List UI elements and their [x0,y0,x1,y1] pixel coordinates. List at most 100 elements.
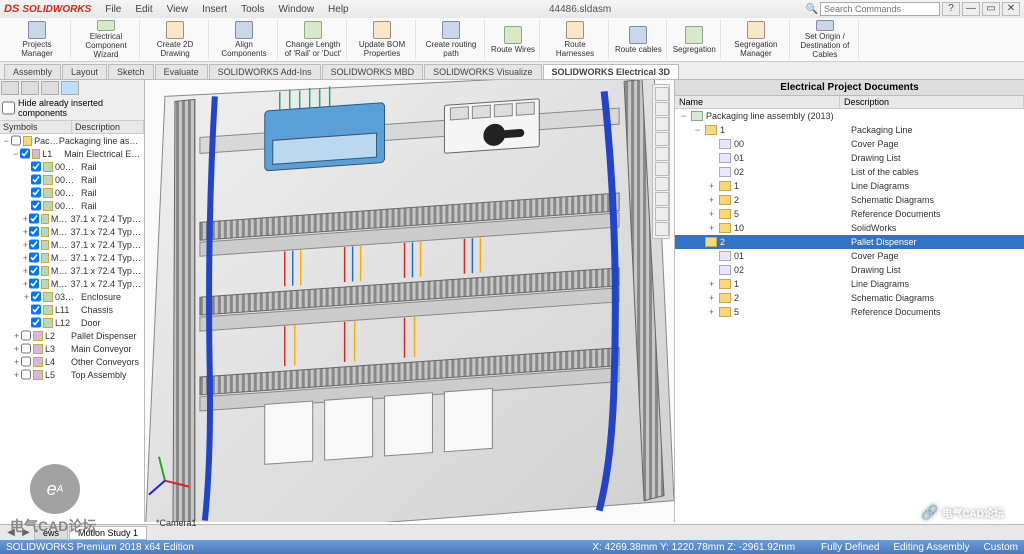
cmdtab-solidworks-visualize[interactable]: SOLIDWORKS Visualize [424,64,541,79]
ribbon-update-bom-properties[interactable]: Update BOM Properties [349,20,416,59]
row-checkbox[interactable] [20,147,30,160]
tree-row[interactable]: +L5Top Assembly [0,368,144,381]
doc-row[interactable]: +2Schematic Diagrams [675,291,1024,305]
appearance-icon[interactable] [655,192,669,206]
view-settings-icon[interactable] [655,222,669,236]
doc-row[interactable]: +5Reference Documents [675,305,1024,319]
col-name[interactable]: Name [675,96,840,108]
cmdtab-solidworks-mbd[interactable]: SOLIDWORKS MBD [322,64,424,79]
menu-file[interactable]: File [99,2,127,17]
search-input[interactable] [820,2,940,16]
doc-row[interactable]: +2Schematic Diagrams [675,193,1024,207]
view-orient-icon[interactable] [655,147,669,161]
tree-row[interactable]: +L3Main Conveyor [0,342,144,355]
expand-icon[interactable]: + [707,223,716,233]
expand-icon[interactable]: + [22,292,31,302]
view-tab[interactable]: ews [34,526,68,540]
display-tab[interactable] [41,81,59,95]
expand-icon[interactable]: − [2,136,11,146]
expand-icon[interactable]: − [12,149,20,159]
menu-insert[interactable]: Insert [196,2,233,17]
expand-icon[interactable]: + [22,227,29,237]
menu-tools[interactable]: Tools [235,2,270,17]
expand-icon[interactable]: + [707,195,716,205]
ribbon-segregation[interactable]: Segregation [669,20,721,59]
doc-row[interactable]: 00Cover Page [675,137,1024,151]
ribbon-segregation-manager[interactable]: Segregation Manager [723,20,790,59]
ribbon-route-harnesses[interactable]: Route Harnesses [542,20,609,59]
tree-row[interactable]: L12Door [0,316,144,329]
menu-help[interactable]: Help [322,2,355,17]
row-checkbox[interactable] [21,368,31,381]
zoom-area-icon[interactable] [655,102,669,116]
expand-icon[interactable]: − [693,125,702,135]
menu-view[interactable]: View [161,2,195,17]
electrical-tab[interactable] [61,81,79,95]
row-checkbox[interactable] [31,303,41,316]
doc-row[interactable]: +5Reference Documents [675,207,1024,221]
expand-icon[interactable]: + [707,181,716,191]
row-checkbox[interactable] [21,355,31,368]
cmdtab-evaluate[interactable]: Evaluate [155,64,208,79]
hide-show-icon[interactable] [655,177,669,191]
tree-row[interactable]: 00…Rail [0,173,144,186]
tree-row[interactable]: +M…37.1 x 72.4 Type MC … [0,225,144,238]
tree-row[interactable]: +L4Other Conveyors [0,355,144,368]
row-checkbox[interactable] [31,160,41,173]
expand-icon[interactable]: + [12,331,21,341]
expand-icon[interactable]: + [22,266,29,276]
ribbon-set-origin-destination-of-cables[interactable]: Set Origin / Destination of Cables [792,20,859,59]
tree-row[interactable]: 00…Rail [0,199,144,212]
expand-icon[interactable]: + [707,307,716,317]
motion-study-tab[interactable]: Motion Study 1 [69,526,147,540]
tree-row[interactable]: +M…37.1 x 72.4 Type MC … [0,212,144,225]
row-checkbox[interactable] [31,290,41,303]
tree-row[interactable]: +M…37.1 x 72.4 Type MC … [0,264,144,277]
restore-button[interactable]: ▭ [982,2,1000,16]
col-description[interactable]: Description [72,121,144,133]
expand-icon[interactable]: + [22,240,29,250]
tree-row[interactable]: +03…Enclosure [0,290,144,303]
cmdtab-assembly[interactable]: Assembly [4,64,61,79]
row-checkbox[interactable] [29,225,39,238]
doc-row[interactable]: −1Packaging Line [675,123,1024,137]
config-tab[interactable] [21,81,39,95]
expand-icon[interactable]: − [679,111,688,121]
tree-row[interactable]: 00…Rail [0,160,144,173]
expand-icon[interactable]: − [693,237,702,247]
tree-row[interactable]: −Packaging l…Packaging line assem [0,134,144,147]
tree-row[interactable]: +M…37.1 x 72.4 Type MC … [0,277,144,290]
row-checkbox[interactable] [31,173,41,186]
help-button[interactable]: ? [942,2,960,16]
documents-tree[interactable]: −Packaging line assembly (2013)−1Packagi… [675,109,1024,522]
tree-row[interactable]: L11Chassis [0,303,144,316]
ribbon-change-length-of-rail-or-duct-[interactable]: Change Length of 'Rail' or 'Duct' [280,20,347,59]
menu-edit[interactable]: Edit [129,2,158,17]
row-checkbox[interactable] [29,238,39,251]
menu-window[interactable]: Window [272,2,320,17]
ribbon-projects-manager[interactable]: Projects Manager [4,20,71,59]
row-checkbox[interactable] [31,316,41,329]
doc-row[interactable]: −Packaging line assembly (2013) [675,109,1024,123]
close-button[interactable]: ✕ [1002,2,1020,16]
ribbon-create-2d-drawing[interactable]: Create 2D Drawing [142,20,209,59]
expand-icon[interactable]: + [22,279,29,289]
row-checkbox[interactable] [29,251,39,264]
col-symbols[interactable]: Symbols [0,121,72,133]
ribbon-route-wires[interactable]: Route Wires [487,20,540,59]
expand-icon[interactable]: + [12,357,21,367]
tree-row[interactable]: +L2Pallet Dispenser [0,329,144,342]
col-description[interactable]: Description [840,96,1024,108]
row-checkbox[interactable] [29,277,39,290]
cmdtab-layout[interactable]: Layout [62,64,107,79]
expand-icon[interactable]: + [707,209,716,219]
feature-tab[interactable] [1,81,19,95]
cmdtab-sketch[interactable]: Sketch [108,64,154,79]
ribbon-electrical-component-wizard[interactable]: Electrical Component Wizard [73,20,140,59]
tree-row[interactable]: −L1Main Electrical Enclo… [0,147,144,160]
minimize-button[interactable]: — [962,2,980,16]
expand-icon[interactable]: + [12,370,21,380]
doc-row[interactable]: +10SolidWorks [675,221,1024,235]
row-checkbox[interactable] [21,342,31,355]
graphics-viewport[interactable] [145,80,674,522]
